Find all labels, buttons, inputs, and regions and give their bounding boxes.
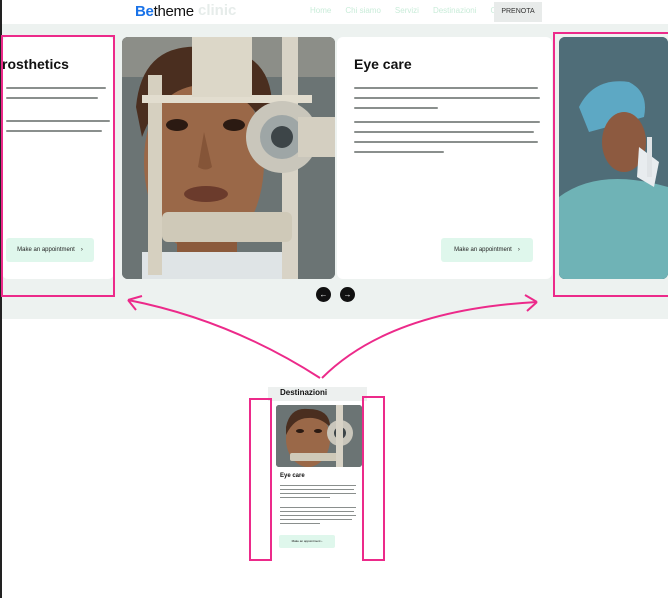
mobile-highlight-box-right [362, 396, 385, 561]
arrow-right-icon: › [321, 539, 323, 543]
mobile-text-line [280, 485, 356, 486]
mobile-text-line [280, 489, 354, 490]
mobile-card-title: Eye care [280, 473, 305, 479]
mobile-text-line [280, 519, 352, 520]
mobile-make-appointment-button[interactable]: Make an appointment › [279, 535, 335, 548]
mobile-text-line [280, 515, 356, 516]
mobile-text-line [280, 497, 330, 498]
mobile-text-line [280, 523, 320, 524]
mobile-text-line [280, 493, 356, 494]
button-label: Make an appointment [291, 539, 321, 543]
mobile-header-title: Destinazioni [280, 388, 328, 397]
mobile-eye-exam-photo [276, 405, 362, 467]
mobile-text-line [280, 511, 354, 512]
mobile-highlight-box-left [249, 398, 272, 561]
mobile-text-line [280, 507, 356, 508]
